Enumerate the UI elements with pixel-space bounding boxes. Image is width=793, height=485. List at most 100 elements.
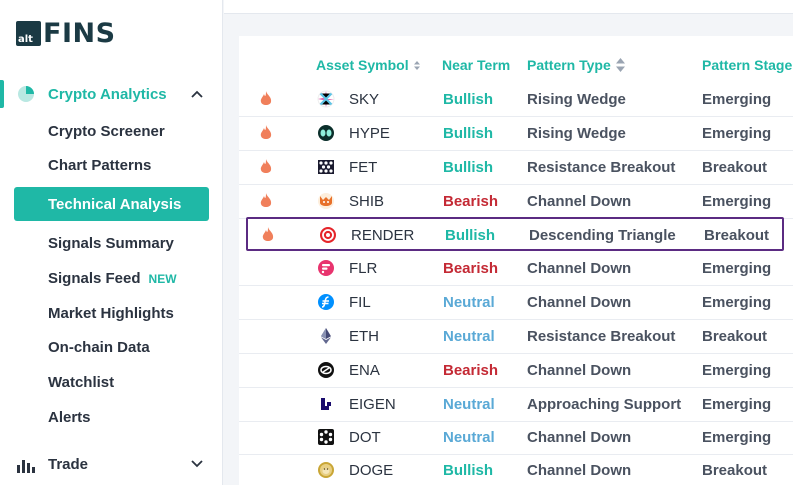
sidebar-item-signals-feed[interactable]: Signals Feed NEW	[48, 270, 177, 287]
sidebar-item-watchlist[interactable]: Watchlist	[48, 374, 114, 391]
asset-symbol[interactable]: ENA	[349, 354, 380, 386]
fire-icon	[260, 151, 274, 183]
shib-coin-icon	[317, 185, 337, 217]
near-term-trend: Neutral	[443, 293, 495, 311]
asset-symbol[interactable]: RENDER	[351, 219, 414, 251]
pattern-type: Rising Wedge	[527, 124, 626, 142]
pattern-type: Resistance Breakout	[527, 158, 676, 176]
sidebar-item-label: Signals Feed	[48, 270, 141, 287]
pattern-type: Channel Down	[527, 259, 632, 277]
table-row[interactable]: ENA Bearish Channel Down Emerging	[239, 354, 793, 388]
asset-symbol[interactable]: DOGE	[349, 454, 393, 485]
sidebar-item-technical-analysis[interactable]: Technical Analysis	[14, 187, 209, 221]
hype-coin-icon	[317, 117, 337, 149]
section-label-trade: Trade	[48, 456, 89, 473]
eigen-coin-icon	[317, 388, 337, 420]
asset-symbol[interactable]: FIL	[349, 286, 371, 318]
table-row[interactable]: FIL Neutral Channel Down Emerging	[239, 286, 793, 320]
fire-icon	[260, 185, 274, 217]
top-bar	[224, 0, 793, 14]
pattern-stage: Emerging	[702, 192, 772, 210]
new-badge: NEW	[148, 272, 177, 286]
table-row[interactable]: FET Bullish Resistance Breakout Breakout	[239, 151, 793, 185]
flr-coin-icon	[317, 252, 337, 284]
pattern-type: Channel Down	[527, 461, 632, 479]
altfins-logo[interactable]: alt FINS	[16, 17, 116, 49]
ena-coin-icon	[317, 354, 337, 386]
asset-symbol[interactable]: SKY	[349, 83, 379, 115]
near-term-trend: Bullish	[443, 158, 494, 176]
chevron-down-icon[interactable]	[189, 456, 205, 472]
header-asset-symbol[interactable]: Asset Symbol	[316, 57, 420, 73]
pattern-stage: Emerging	[702, 293, 772, 311]
asset-symbol[interactable]: DOT	[349, 421, 381, 453]
fire-icon	[260, 83, 274, 115]
near-term-trend: Neutral	[443, 395, 495, 413]
pattern-type: Channel Down	[527, 361, 632, 379]
table-row[interactable]: DOGE Bullish Channel Down Breakout	[239, 454, 793, 485]
header-pattern-stage[interactable]: Pattern Stage	[702, 57, 792, 73]
pattern-type: Channel Down	[527, 293, 632, 311]
asset-symbol[interactable]: FET	[349, 151, 377, 183]
sort-icon	[413, 60, 420, 70]
pattern-stage: Emerging	[702, 395, 772, 413]
table-row[interactable]: EIGEN Neutral Approaching Support Emergi…	[239, 388, 793, 422]
sidebar-item-alerts[interactable]: Alerts	[48, 409, 91, 426]
pie-chart-icon	[18, 86, 34, 102]
table-row[interactable]: HYPE Bullish Rising Wedge Emerging	[239, 117, 793, 151]
fire-icon	[260, 117, 274, 149]
chevron-up-icon[interactable]	[189, 86, 205, 102]
table-row[interactable]: SKY Bullish Rising Wedge Emerging	[239, 83, 793, 117]
table-row-highlighted[interactable]: RENDER Bullish Descending Triangle Break…	[246, 217, 784, 251]
asset-symbol[interactable]: EIGEN	[349, 388, 396, 420]
near-term-trend: Bullish	[443, 90, 494, 108]
sidebar-item-market-highlights[interactable]: Market Highlights	[48, 305, 174, 322]
fil-coin-icon	[317, 286, 337, 318]
logo-mark: alt	[16, 20, 41, 46]
asset-symbol[interactable]: HYPE	[349, 117, 390, 149]
table-row[interactable]: DOT Neutral Channel Down Emerging	[239, 421, 793, 455]
near-term-trend: Neutral	[443, 428, 495, 446]
eth-coin-icon	[317, 320, 337, 352]
sidebar-item-on-chain-data[interactable]: On-chain Data	[48, 339, 150, 356]
header-near-term[interactable]: Near Term	[442, 57, 510, 73]
near-term-trend: Bullish	[443, 124, 494, 142]
pattern-type: Rising Wedge	[527, 90, 626, 108]
asset-symbol[interactable]: SHIB	[349, 185, 384, 217]
sidebar-item-chart-patterns[interactable]: Chart Patterns	[48, 157, 151, 174]
fet-coin-icon	[317, 151, 337, 183]
sky-coin-icon	[317, 83, 337, 115]
nav-section-trade[interactable]: Trade	[0, 450, 223, 478]
sort-icon	[615, 58, 625, 72]
asset-symbol[interactable]: FLR	[349, 252, 377, 284]
table-row[interactable]: SHIB Bearish Channel Down Emerging	[239, 185, 793, 219]
near-term-trend: Bearish	[443, 361, 499, 379]
sidebar-item-crypto-screener[interactable]: Crypto Screener	[48, 123, 165, 140]
header-pattern-type[interactable]: Pattern Type	[527, 57, 625, 73]
near-term-trend: Bearish	[443, 259, 499, 277]
active-indicator	[0, 80, 4, 108]
pattern-stage: Emerging	[702, 428, 772, 446]
table-row[interactable]: FLR Bearish Channel Down Emerging	[239, 252, 793, 286]
sidebar-item-signals-summary[interactable]: Signals Summary	[48, 235, 174, 252]
near-term-trend: Bullish	[443, 461, 494, 479]
nav-section-crypto-analytics[interactable]: Crypto Analytics	[0, 80, 223, 108]
near-term-trend: Neutral	[443, 327, 495, 345]
pattern-type: Approaching Support	[527, 395, 682, 413]
table-row[interactable]: ETH Neutral Resistance Breakout Breakout	[239, 320, 793, 354]
pattern-stage: Emerging	[702, 90, 772, 108]
pattern-stage: Breakout	[704, 226, 770, 244]
pattern-type: Resistance Breakout	[527, 327, 676, 345]
pattern-stage: Breakout	[702, 461, 768, 479]
near-term-trend: Bullish	[445, 226, 496, 244]
pattern-type: Channel Down	[527, 428, 632, 446]
doge-coin-icon	[317, 454, 337, 485]
fire-icon	[262, 219, 276, 251]
pattern-stage: Emerging	[702, 124, 772, 142]
logo-text: FINS	[43, 17, 116, 49]
section-label-crypto-analytics: Crypto Analytics	[48, 86, 167, 103]
near-term-trend: Bearish	[443, 192, 499, 210]
asset-symbol[interactable]: ETH	[349, 320, 379, 352]
pattern-stage: Breakout	[702, 158, 768, 176]
pattern-stage: Emerging	[702, 361, 772, 379]
